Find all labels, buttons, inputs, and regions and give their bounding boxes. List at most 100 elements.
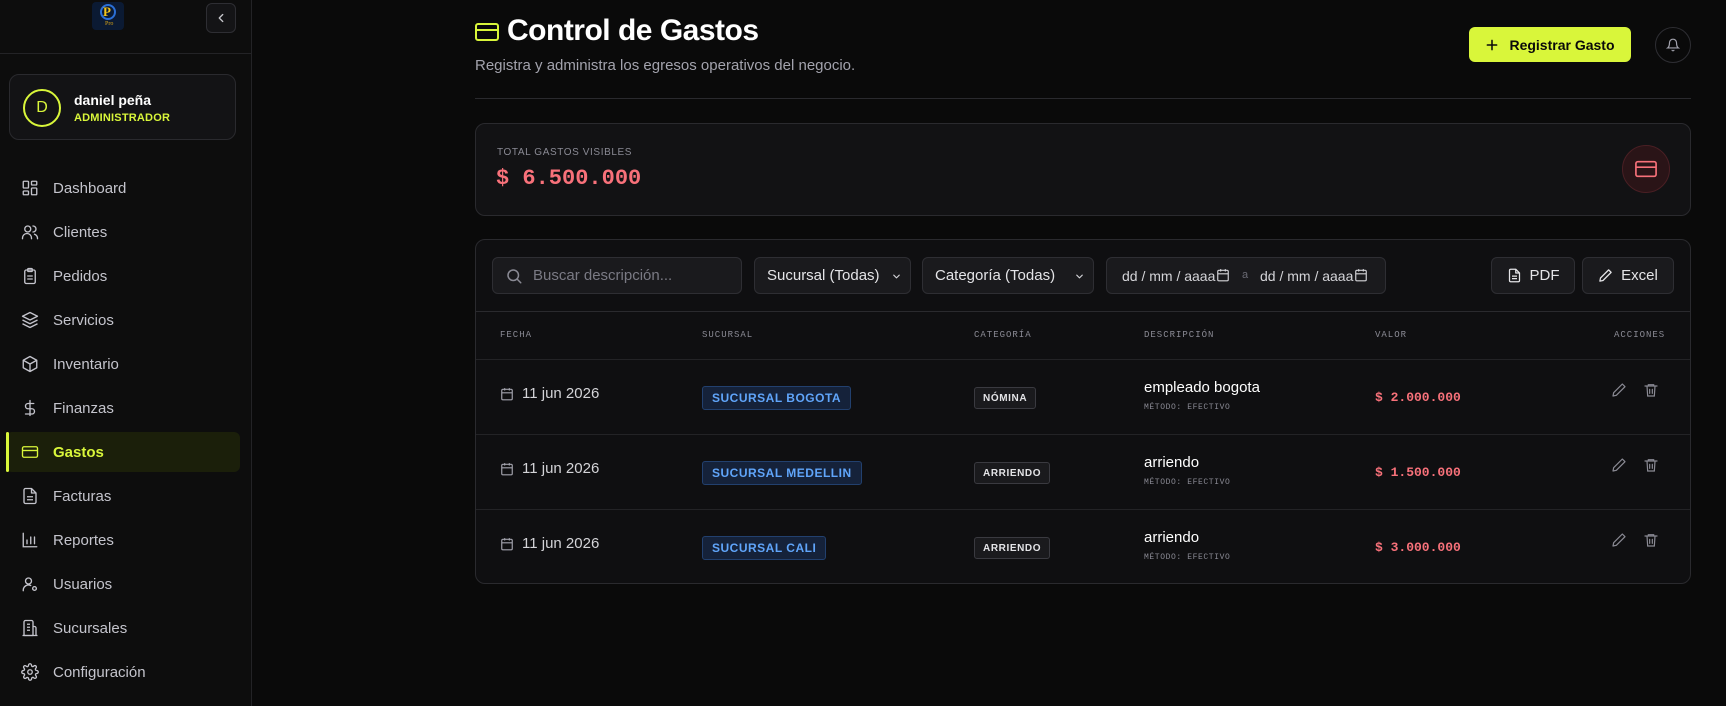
sidebar-item-inventario[interactable]: Inventario xyxy=(6,344,240,384)
row-date: 11 jun 2026 xyxy=(500,535,599,552)
bar-chart-icon xyxy=(21,531,39,549)
sidebar-item-label: Finanzas xyxy=(53,399,114,417)
search-input[interactable] xyxy=(533,267,723,284)
row-date: 11 jun 2026 xyxy=(500,460,599,477)
column-header-fecha: FECHA xyxy=(500,330,533,340)
sidebar-item-facturas[interactable]: Facturas xyxy=(6,476,240,516)
export-excel-button[interactable]: Excel xyxy=(1582,257,1674,294)
table-row: 11 jun 2026 SUCURSAL CALI ARRIENDO arrie… xyxy=(476,509,1690,583)
export-pdf-button[interactable]: PDF xyxy=(1491,257,1575,294)
sidebar-item-label: Configuración xyxy=(53,663,146,681)
sidebar-item-finanzas[interactable]: Finanzas xyxy=(6,388,240,428)
table-header-divider xyxy=(476,311,1690,312)
sidebar-item-reportes[interactable]: Reportes xyxy=(6,520,240,560)
branch-badge: SUCURSAL MEDELLIN xyxy=(702,461,862,485)
branch-select[interactable]: Sucursal (Todas) xyxy=(754,257,911,294)
users-icon xyxy=(21,223,39,241)
sidebar-item-dashboard[interactable]: Dashboard xyxy=(6,168,240,208)
user-card[interactable]: D daniel peña ADMINISTRADOR xyxy=(9,74,236,140)
sidebar-item-usuarios[interactable]: Usuarios xyxy=(6,564,240,604)
row-date: 11 jun 2026 xyxy=(500,385,599,402)
header-divider xyxy=(475,98,1691,99)
table-row: 11 jun 2026 SUCURSAL BOGOTA NÓMINA emple… xyxy=(476,359,1690,434)
category-badge: ARRIENDO xyxy=(974,462,1051,484)
sidebar-item-label: Facturas xyxy=(53,487,112,505)
bell-icon xyxy=(1666,38,1680,52)
chevron-down-icon xyxy=(891,271,902,282)
avatar: D xyxy=(23,89,61,127)
collapse-sidebar-button[interactable] xyxy=(206,3,236,33)
dollar-icon xyxy=(21,399,39,417)
user-cog-icon xyxy=(21,575,39,593)
column-header-valor: VALOR xyxy=(1375,330,1408,340)
search-field[interactable] xyxy=(492,257,742,294)
file-icon xyxy=(21,487,39,505)
sidebar-item-clientes[interactable]: Clientes xyxy=(6,212,240,252)
branch-badge: SUCURSAL CALI xyxy=(702,536,827,560)
building-icon xyxy=(21,619,39,637)
credit-card-icon xyxy=(21,443,39,461)
total-expenses-card: TOTAL GASTOS VISIBLES $ 6.500.000 xyxy=(475,123,1691,216)
register-expense-button[interactable]: Registrar Gasto xyxy=(1469,27,1631,62)
sidebar-item-label: Dashboard xyxy=(53,179,127,197)
edit-icon[interactable] xyxy=(1611,457,1627,473)
column-header-sucursal: SUCURSAL xyxy=(702,330,754,340)
row-description: arriendo xyxy=(1144,454,1200,471)
date-from-input[interactable]: dd / mm / aaaa xyxy=(1122,268,1215,284)
sidebar-item-servicios[interactable]: Servicios xyxy=(6,300,240,340)
chevron-down-icon xyxy=(1074,271,1085,282)
sidebar-item-label: Usuarios xyxy=(53,575,113,593)
category-badge: NÓMINA xyxy=(974,387,1037,409)
calendar-icon[interactable] xyxy=(1216,268,1230,282)
sidebar-item-label: Clientes xyxy=(53,223,108,241)
register-expense-label: Registrar Gasto xyxy=(1509,36,1615,53)
edit-icon[interactable] xyxy=(1611,382,1627,398)
export-excel-label: Excel xyxy=(1621,267,1658,284)
edit-icon[interactable] xyxy=(1611,532,1627,548)
sidebar-item-label: Pedidos xyxy=(53,267,108,285)
sidebar-item-label: Servicios xyxy=(53,311,114,329)
user-name: daniel peña xyxy=(74,92,152,108)
category-badge: ARRIENDO xyxy=(974,537,1051,559)
user-role: ADMINISTRADOR xyxy=(74,112,171,124)
trash-icon[interactable] xyxy=(1643,532,1659,548)
gear-icon xyxy=(21,663,39,681)
credit-card-icon xyxy=(1622,145,1670,193)
row-payment-method: MÉTODO: EFECTIVO xyxy=(1144,403,1231,412)
category-select[interactable]: Categoría (Todas) xyxy=(922,257,1094,294)
row-value: $ 2.000.000 xyxy=(1375,390,1461,405)
search-icon xyxy=(505,267,523,285)
sidebar-item-gastos[interactable]: Gastos xyxy=(6,432,240,472)
category-select-value: Categoría (Todas) xyxy=(935,267,1056,284)
calendar-icon xyxy=(500,387,514,401)
date-range-separator: a xyxy=(1242,269,1249,281)
branch-select-value: Sucursal (Todas) xyxy=(767,267,880,284)
notifications-button[interactable] xyxy=(1655,27,1691,63)
sidebar-item-configuracion[interactable]: Configuración xyxy=(6,652,240,692)
sidebar-item-label: Reportes xyxy=(53,531,114,549)
row-description: empleado bogota xyxy=(1144,379,1260,396)
sidebar-item-sucursales[interactable]: Sucursales xyxy=(6,608,240,648)
plus-icon xyxy=(1485,38,1499,52)
clipboard-icon xyxy=(21,267,39,285)
total-expenses-value: $ 6.500.000 xyxy=(496,166,642,191)
sidebar-item-pedidos[interactable]: Pedidos xyxy=(6,256,240,296)
page-title: Control de Gastos xyxy=(507,14,759,47)
row-payment-method: MÉTODO: EFECTIVO xyxy=(1144,553,1231,562)
box-icon xyxy=(21,355,39,373)
calendar-icon[interactable] xyxy=(1354,268,1368,282)
date-range-filter: dd / mm / aaaa a dd / mm / aaaa xyxy=(1106,257,1386,294)
branch-badge: SUCURSAL BOGOTA xyxy=(702,386,852,410)
row-description: arriendo xyxy=(1144,529,1200,546)
trash-icon[interactable] xyxy=(1643,457,1659,473)
trash-icon[interactable] xyxy=(1643,382,1659,398)
chevron-left-icon xyxy=(214,11,228,25)
date-to-input[interactable]: dd / mm / aaaa xyxy=(1260,268,1353,284)
brand-logo[interactable]: P Pro xyxy=(92,2,124,30)
page-subtitle: Registra y administra los egresos operat… xyxy=(475,57,856,74)
expenses-table-card: Sucursal (Todas) Categoría (Todas) dd / … xyxy=(475,239,1691,584)
credit-card-icon xyxy=(475,23,499,41)
sidebar-item-label: Inventario xyxy=(53,355,119,373)
pencil-icon xyxy=(1598,268,1613,283)
calendar-icon xyxy=(500,537,514,551)
